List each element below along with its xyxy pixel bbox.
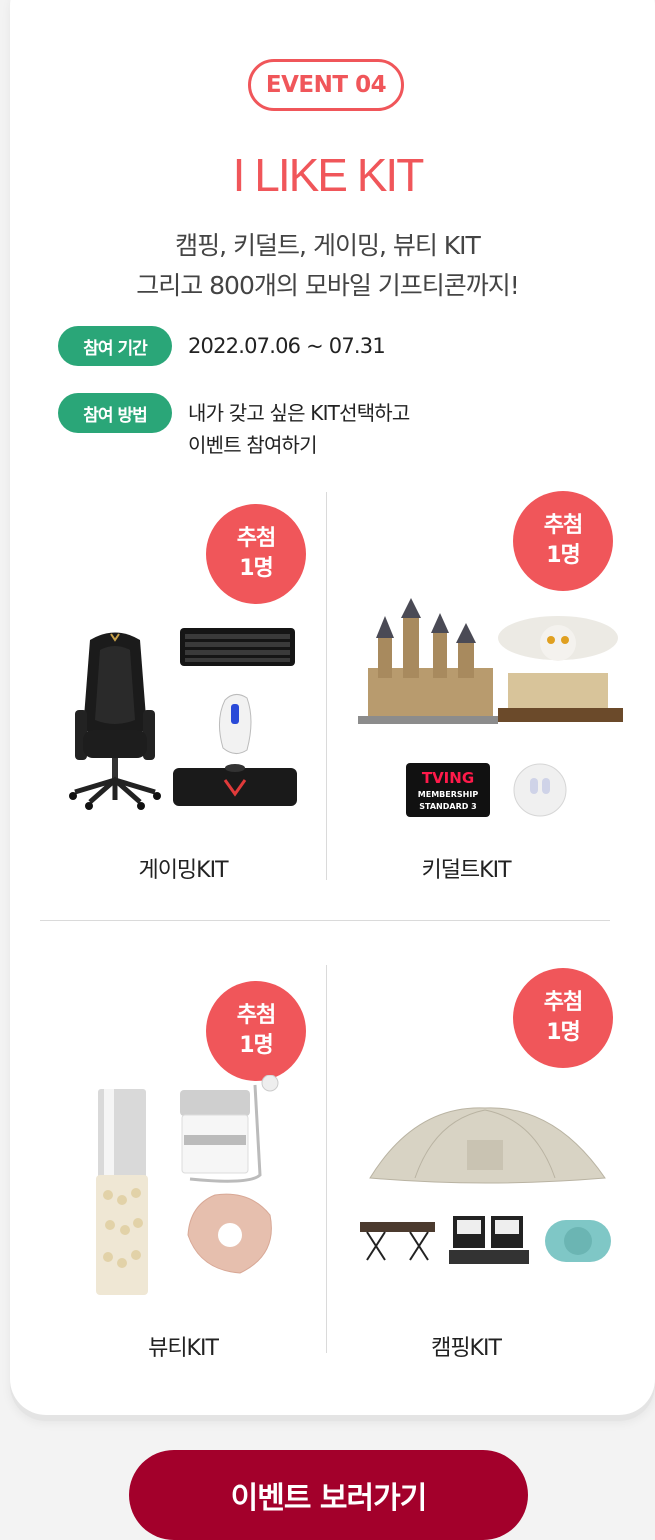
owl-lego-icon	[498, 616, 623, 722]
beauty-kit-name[interactable]: 뷰티KIT	[38, 1330, 328, 1362]
beauty-draw-badge: 추첨 1명	[206, 981, 306, 1081]
draw-count: 1명	[239, 1033, 274, 1058]
draw-count: 1명	[239, 556, 274, 581]
draw-label: 추첨	[543, 990, 583, 1015]
camping-kit-name[interactable]: 캠핑KIT	[321, 1330, 611, 1362]
gaming-chair-icon	[69, 632, 161, 810]
kit-divider-middle	[40, 920, 610, 921]
method-line-1: 내가 갖고 싶은 KIT선택하고	[188, 401, 410, 425]
event-title: I LIKE KIT	[232, 149, 425, 201]
method-label: 참여 방법	[58, 393, 172, 433]
method-row: 참여 방법 내가 갖고 싶은 KIT선택하고 이벤트 참여하기	[58, 393, 410, 461]
event-subtitle: 캠핑, 키덜트, 게이밍, 뷰티 KIT 그리고 800개의 모바일 기프티콘까…	[0, 226, 655, 306]
kit-divider-top	[326, 492, 327, 880]
draw-label: 추첨	[236, 526, 276, 551]
method-line-2: 이벤트 참여하기	[188, 433, 318, 457]
keyboard-icon	[180, 628, 295, 666]
kit-divider-bottom	[326, 965, 327, 1353]
camping-table-icon	[360, 1222, 435, 1261]
camping-kit-image[interactable]	[355, 1100, 620, 1275]
subtitle-line-2: 그리고 800개의 모바일 기프티콘까지!	[136, 271, 520, 300]
camping-chairs-icon	[449, 1216, 529, 1264]
face-device-icon	[187, 1193, 272, 1274]
tving-membership-card: TVING MEMBERSHIP STANDARD 3	[406, 763, 490, 817]
beauty-kit-image[interactable]	[90, 1075, 290, 1300]
camping-draw-badge: 추첨 1명	[513, 968, 613, 1068]
draw-count: 1명	[546, 543, 581, 568]
gaming-kit-image[interactable]	[55, 620, 305, 820]
gaming-kit-name[interactable]: 게이밍KIT	[38, 852, 328, 884]
subtitle-line-1: 캠핑, 키덜트, 게이밍, 뷰티 KIT	[175, 231, 481, 260]
svg-text:TVING: TVING	[422, 769, 474, 787]
kidult-draw-badge: 추첨 1명	[513, 491, 613, 591]
cream-jar-icon	[180, 1075, 279, 1183]
castle-lego-icon	[358, 598, 498, 724]
svg-text:STANDARD 3: STANDARD 3	[419, 802, 476, 811]
earbuds-icon	[513, 763, 567, 817]
period-value: 2022.07.06 ~ 07.31	[188, 334, 386, 358]
mouse-icon	[219, 694, 252, 754]
method-value: 내가 갖고 싶은 KIT선택하고 이벤트 참여하기	[188, 393, 410, 461]
period-row: 참여 기간 2022.07.06 ~ 07.31	[58, 326, 386, 366]
event-number-badge: EVENT 04	[248, 59, 404, 111]
tent-icon	[369, 1107, 606, 1184]
speaker-icon	[545, 1220, 611, 1262]
soundbar-icon	[173, 764, 297, 806]
draw-label: 추첨	[236, 1003, 276, 1028]
gaming-draw-badge: 추첨 1명	[206, 504, 306, 604]
view-event-button[interactable]: 이벤트 보러가기	[129, 1450, 528, 1540]
kidult-kit-image[interactable]: TVING MEMBERSHIP STANDARD 3	[358, 598, 628, 828]
serum-bottle-icon	[96, 1089, 148, 1295]
svg-text:MEMBERSHIP: MEMBERSHIP	[418, 790, 479, 799]
period-label: 참여 기간	[58, 326, 172, 366]
kidult-kit-name[interactable]: 키덜트KIT	[321, 852, 611, 884]
draw-count: 1명	[546, 1020, 581, 1045]
draw-label: 추첨	[543, 513, 583, 538]
